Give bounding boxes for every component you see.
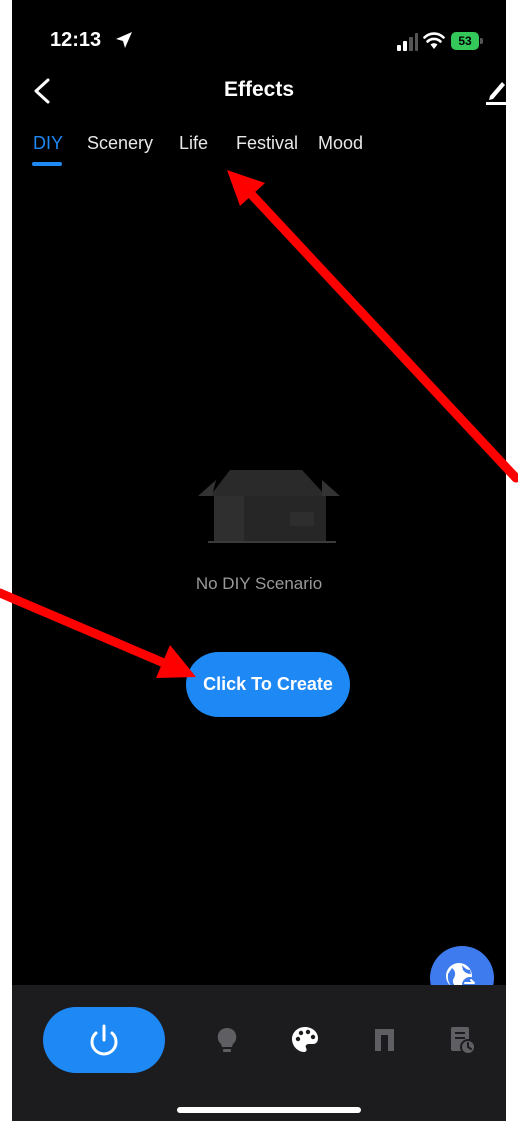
bulb-icon[interactable] (211, 1024, 243, 1056)
power-icon (90, 1024, 118, 1056)
bottom-navigation (12, 985, 506, 1121)
active-tab-indicator (32, 162, 62, 166)
battery-cap (480, 38, 483, 44)
battery-indicator: 53 (451, 32, 485, 50)
tab-diy[interactable]: DIY (33, 133, 63, 154)
power-button[interactable] (43, 1007, 165, 1073)
schedule-icon[interactable] (446, 1024, 478, 1056)
phone-screen: 12:13 53 Effects DIY Scenery Life Festiv… (12, 0, 506, 1121)
tab-scenery[interactable]: Scenery (87, 133, 153, 154)
empty-state-message: No DIY Scenario (195, 574, 323, 593)
tab-life[interactable]: Life (179, 133, 208, 154)
wifi-icon (423, 32, 445, 49)
edit-pencil-icon[interactable] (482, 76, 506, 106)
palette-icon[interactable] (289, 1024, 321, 1056)
battery-level: 53 (451, 32, 479, 50)
music-icon[interactable] (368, 1024, 400, 1056)
cellular-signal-icon (397, 33, 418, 51)
tab-festival[interactable]: Festival (236, 133, 298, 154)
home-indicator (177, 1107, 361, 1113)
tab-mood[interactable]: Mood (318, 133, 363, 154)
create-scenario-button[interactable]: Click To Create (186, 652, 350, 717)
page-title: Effects (223, 78, 295, 101)
status-time: 12:13 (50, 29, 102, 51)
category-tabs: DIY Scenery Life Festival Mood (12, 130, 506, 170)
location-arrow-icon (116, 32, 132, 48)
empty-box-icon (198, 470, 340, 543)
status-bar: 12:13 53 (12, 0, 506, 70)
